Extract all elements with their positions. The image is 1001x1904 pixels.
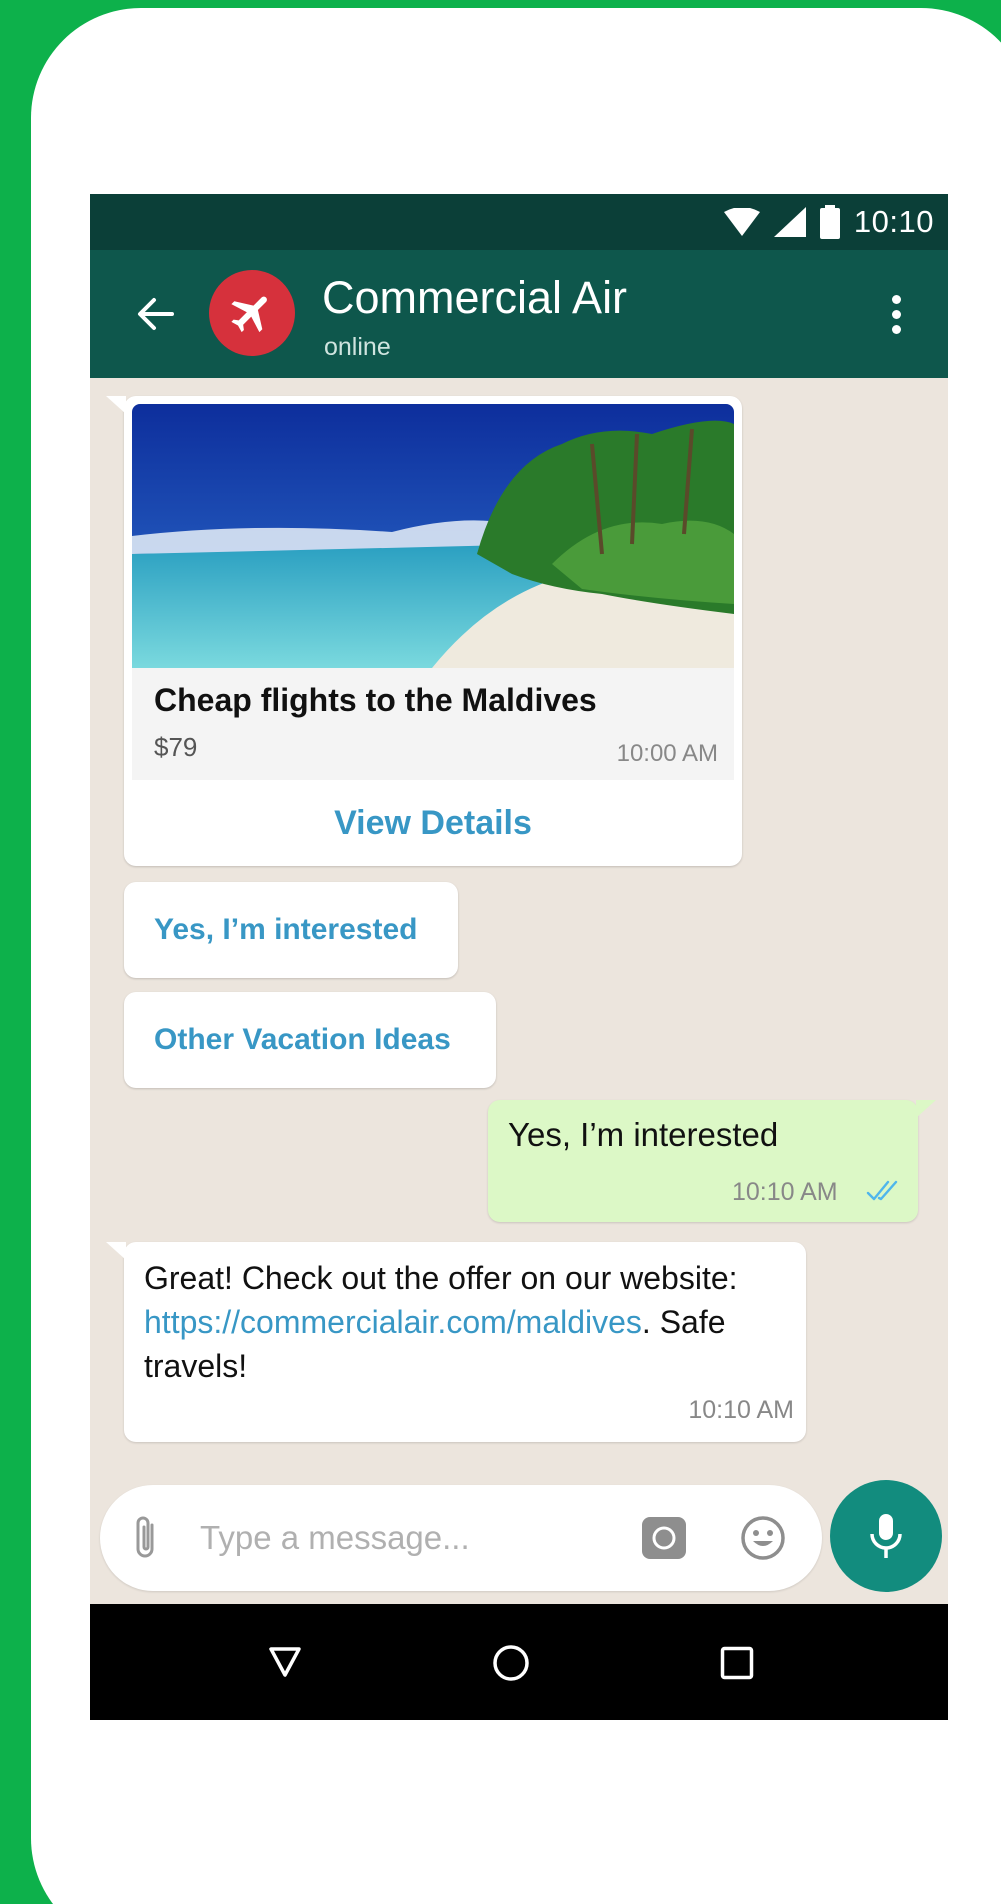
status-bar: 10:10	[90, 194, 948, 250]
offer-title: Cheap flights to the Maldives	[154, 682, 597, 718]
outgoing-message-text: Yes, I’m interested	[508, 1116, 779, 1153]
chat-header: Commercial Air online	[90, 250, 948, 378]
contact-name[interactable]: Commercial Air	[322, 272, 627, 324]
offer-price: $79	[154, 732, 198, 762]
microphone-icon	[870, 1514, 902, 1558]
wifi-icon	[723, 208, 760, 236]
camera-icon[interactable]	[642, 1517, 686, 1559]
offer-details: Cheap flights to the Maldives $79 10:00 …	[132, 668, 734, 780]
system-nav-bar	[90, 1604, 948, 1720]
more-vert-icon[interactable]	[882, 288, 910, 340]
nav-back-icon[interactable]	[268, 1646, 302, 1678]
battery-icon	[819, 205, 840, 239]
offer-time: 10:00 AM	[616, 740, 718, 767]
message-input[interactable]	[200, 1510, 560, 1566]
nav-home-icon[interactable]	[492, 1644, 530, 1682]
paperclip-icon[interactable]	[130, 1513, 160, 1563]
status-time: 10:10	[853, 204, 934, 239]
beach-image	[132, 404, 734, 668]
quick-reply-interested[interactable]: Yes, I’m interested	[124, 882, 458, 978]
airplane-icon	[231, 296, 267, 333]
outgoing-message-time: 10:10 AM	[732, 1178, 838, 1206]
quick-reply-other-vacation-ideas[interactable]: Other Vacation Ideas	[124, 992, 496, 1088]
signal-icon	[773, 207, 806, 237]
incoming-message-time: 10:10 AM	[688, 1396, 794, 1424]
microphone-button[interactable]	[830, 1480, 942, 1592]
incoming-text-before: Great! Check out the offer on our websit…	[144, 1260, 738, 1296]
avatar[interactable]	[209, 270, 295, 356]
double-check-icon	[866, 1180, 898, 1201]
phone-screen: 10:10 Commercial Air online Cheap flight…	[90, 194, 948, 1720]
incoming-message: Great! Check out the offer on our websit…	[106, 1242, 806, 1442]
arrow-left-icon[interactable]	[130, 288, 182, 340]
contact-status: online	[324, 333, 391, 361]
chat-area[interactable]: Cheap flights to the Maldives $79 10:00 …	[90, 378, 948, 1469]
outgoing-message: Yes, I’m interested 10:10 AM	[488, 1100, 936, 1222]
incoming-message-text: Great! Check out the offer on our websit…	[144, 1256, 764, 1388]
view-details-button[interactable]: View Details	[124, 780, 742, 866]
smiley-icon[interactable]	[740, 1515, 786, 1561]
offer-link[interactable]: https://commercialair.com/maldives	[144, 1304, 642, 1340]
nav-recents-icon[interactable]	[720, 1646, 754, 1680]
offer-card: Cheap flights to the Maldives $79 10:00 …	[106, 396, 742, 866]
message-composer	[100, 1485, 822, 1591]
